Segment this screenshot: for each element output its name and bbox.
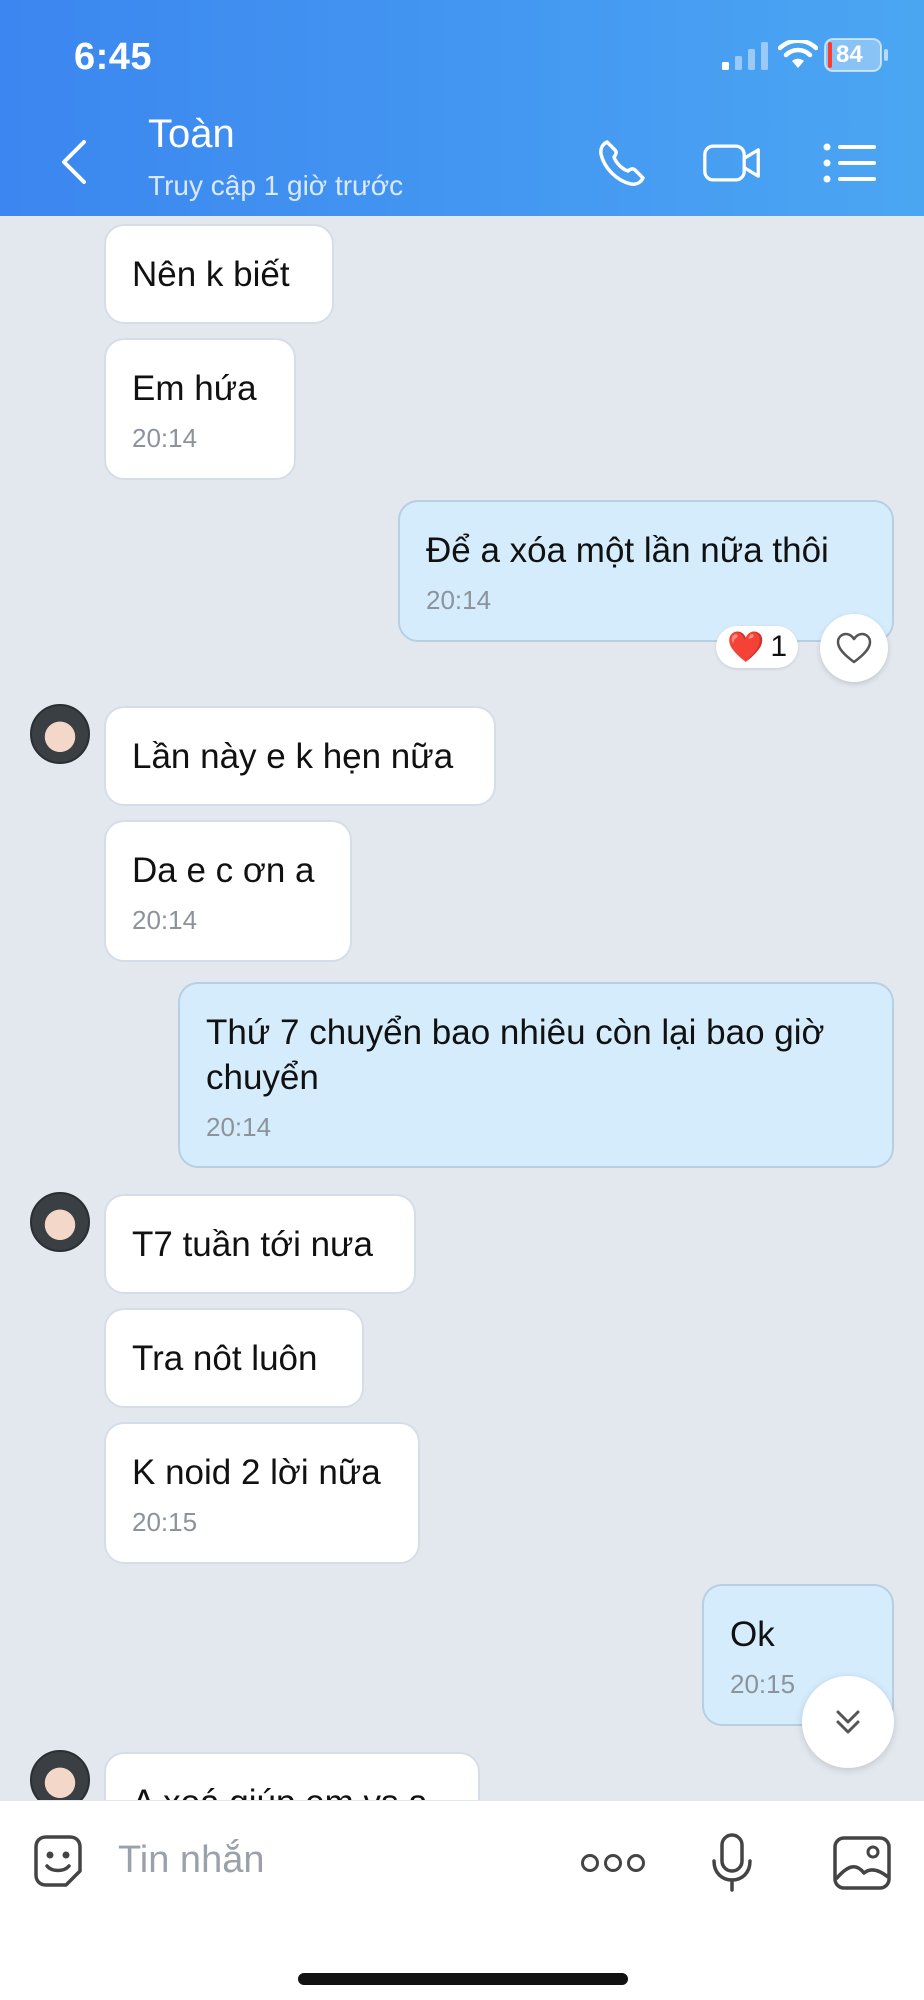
voice-call-button[interactable] xyxy=(592,134,652,192)
message-input-bar: Tin nhắn xyxy=(0,1800,924,2000)
message-bubble[interactable]: T7 tuần tới nưa xyxy=(104,1194,416,1294)
send-image-button[interactable] xyxy=(830,1831,894,1895)
heart-reaction-icon: ❤️ xyxy=(726,630,765,664)
message-bubble[interactable]: Lần này e k hẹn nữa xyxy=(104,706,496,806)
image-icon xyxy=(833,1836,891,1890)
more-options-button[interactable] xyxy=(578,1831,648,1895)
reaction-count-value: 1 xyxy=(770,630,788,663)
react-button[interactable] xyxy=(820,614,888,682)
message-time: 20:14 xyxy=(426,585,492,615)
message-bubble-outgoing[interactable]: Để a xóa một lần nữa thôi 20:14 xyxy=(398,500,894,642)
message-text: Lần này e k hẹn nữa xyxy=(132,737,454,776)
microphone-icon xyxy=(712,1833,752,1892)
message-list[interactable]: Nên k biết Em hứa 20:14 Để a xóa một lần… xyxy=(0,216,924,1800)
contact-name[interactable]: Toàn xyxy=(148,112,235,157)
message-time: 20:14 xyxy=(132,423,198,453)
message-text: Ok xyxy=(730,1615,775,1654)
message-bubble[interactable]: Em hứa 20:14 xyxy=(104,338,296,480)
menu-list-icon xyxy=(823,143,876,183)
home-indicator xyxy=(298,1973,628,1985)
message-bubble[interactable]: Da e c ơn a 20:14 xyxy=(104,820,352,962)
sticker-icon xyxy=(34,1835,82,1887)
message-text: Tra nôt luôn xyxy=(132,1339,318,1378)
message-text: Em hứa xyxy=(132,369,257,408)
battery-icon: 84 xyxy=(824,38,890,72)
message-text: Da e c ơn a xyxy=(132,851,315,890)
sticker-button[interactable] xyxy=(26,1831,90,1895)
message-time: 20:15 xyxy=(132,1507,198,1537)
heart-outline-icon xyxy=(836,632,872,664)
status-time: 6:45 xyxy=(74,36,153,78)
voice-message-button[interactable] xyxy=(700,1831,764,1895)
message-text: Nên k biết xyxy=(132,255,290,294)
message-text: T7 tuần tới nưa xyxy=(132,1225,373,1264)
contact-last-seen: Truy cập 1 giờ trước xyxy=(148,170,404,201)
phone-icon xyxy=(599,140,645,186)
reaction-count[interactable]: ❤️ 1 xyxy=(716,626,798,668)
message-text: Thứ 7 chuyển bao nhiêu còn lại bao giờ c… xyxy=(206,1013,825,1097)
chat-options-button[interactable] xyxy=(820,134,880,192)
message-text: K noid 2 lời nữa xyxy=(132,1453,381,1492)
wifi-icon xyxy=(778,40,818,68)
cellular-signal-icon xyxy=(722,42,768,70)
avatar[interactable] xyxy=(30,704,90,764)
message-input[interactable]: Tin nhắn xyxy=(118,1839,264,1882)
more-icon xyxy=(581,1854,645,1872)
message-bubble[interactable]: Tra nôt luôn xyxy=(104,1308,364,1408)
video-call-icon xyxy=(703,144,760,182)
message-text: Để a xóa một lần nữa thôi xyxy=(426,531,829,570)
message-time: 20:14 xyxy=(206,1112,272,1142)
message-time: 20:14 xyxy=(132,905,198,935)
battery-level: 84 xyxy=(836,41,863,68)
scroll-to-bottom-button[interactable] xyxy=(802,1676,894,1768)
avatar[interactable] xyxy=(30,1192,90,1252)
avatar[interactable] xyxy=(30,1750,90,1800)
double-chevron-down-icon xyxy=(836,1710,860,1734)
message-bubble[interactable]: K noid 2 lời nữa 20:15 xyxy=(104,1422,420,1564)
chat-header: 6:45 84 Toàn Truy cập 1 giờ trước xyxy=(0,0,924,216)
message-text: A xoá giúp em vs a xyxy=(132,1783,428,1800)
message-bubble[interactable]: A xoá giúp em vs a xyxy=(104,1752,480,1800)
back-button[interactable] xyxy=(48,132,98,192)
video-call-button[interactable] xyxy=(702,134,762,192)
message-bubble-outgoing[interactable]: Thứ 7 chuyển bao nhiêu còn lại bao giờ c… xyxy=(178,982,894,1168)
message-bubble[interactable]: Nên k biết xyxy=(104,224,334,324)
back-icon xyxy=(62,140,86,184)
